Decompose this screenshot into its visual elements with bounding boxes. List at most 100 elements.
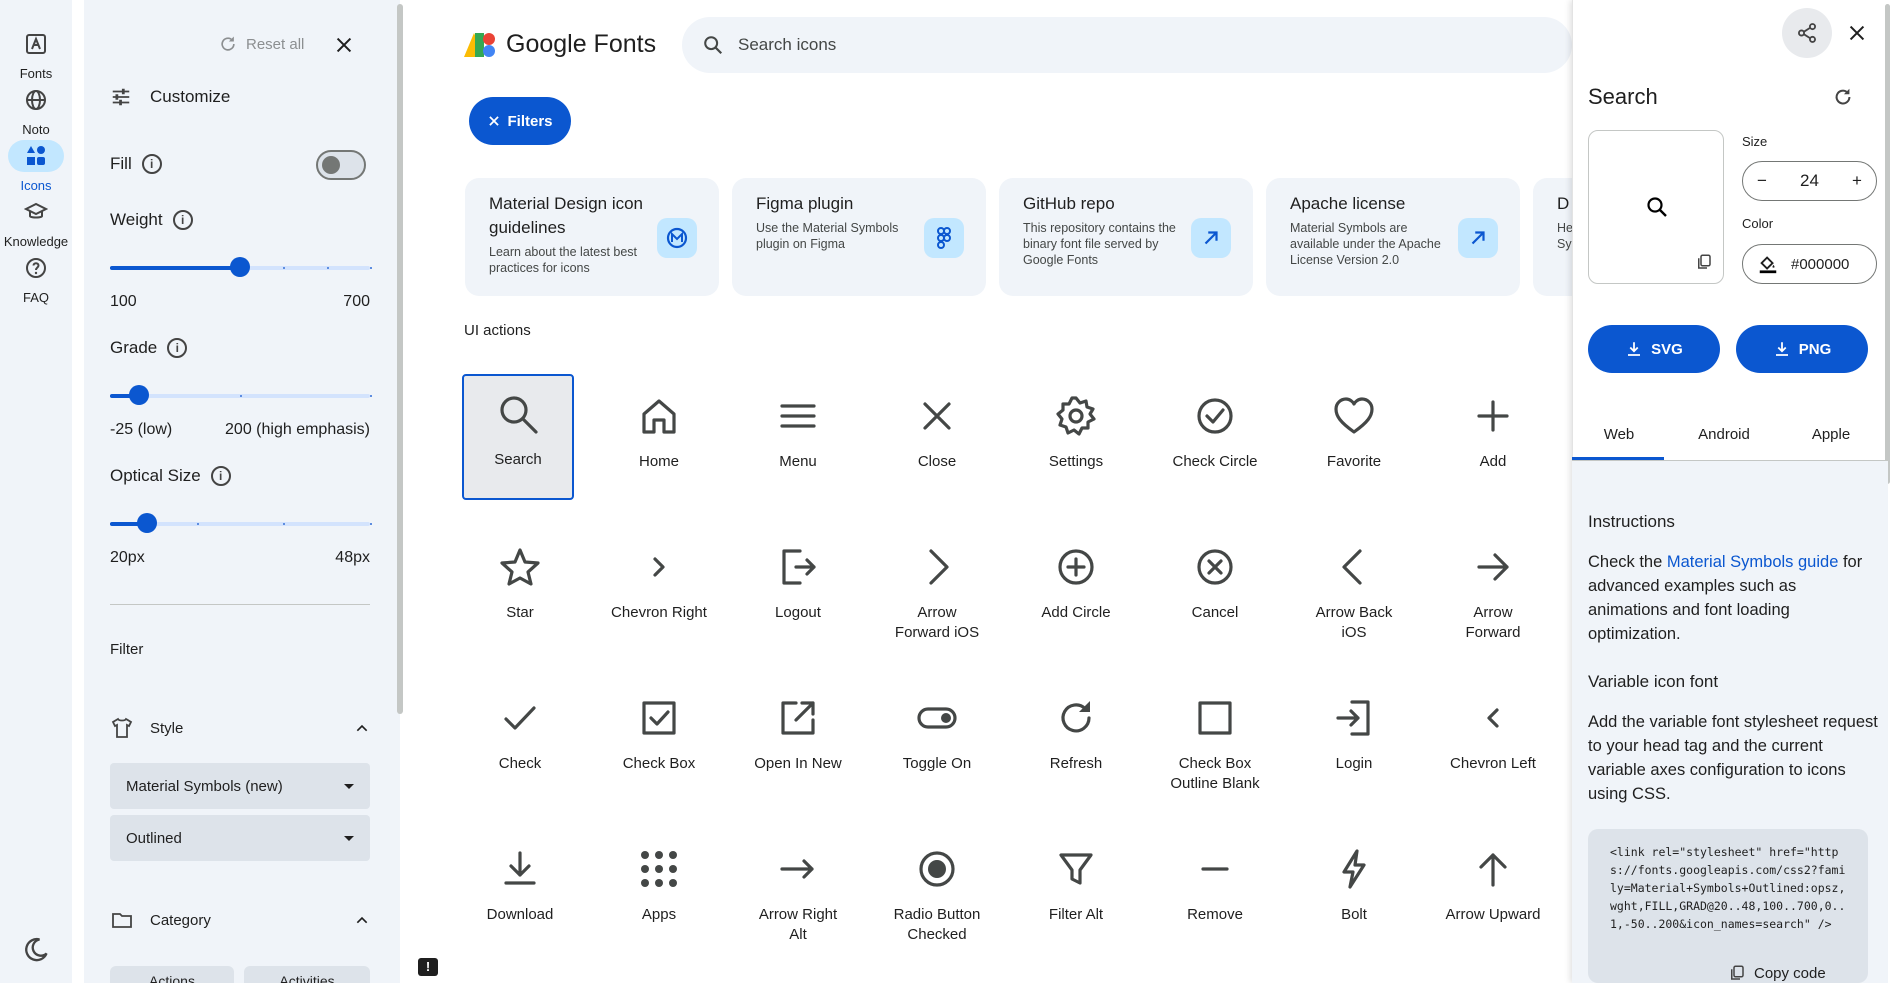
icon-cell-add-circle[interactable]: Add Circle [1020, 527, 1132, 623]
style-family-select[interactable]: Material Symbols (new) [110, 763, 370, 809]
fill-toggle[interactable] [316, 150, 366, 180]
rail-item-icons[interactable]: Icons [0, 140, 72, 193]
rail-item-icons-label: Icons [20, 178, 52, 193]
grade-slider[interactable] [110, 385, 372, 405]
card-figma[interactable]: Figma plugin Use the Material Symbols pl… [732, 178, 986, 296]
info-icon[interactable]: i [167, 338, 188, 358]
icon-cell-check[interactable]: Check [464, 678, 576, 774]
info-icon[interactable]: i [210, 466, 231, 486]
icon-cell-home[interactable]: Home [603, 376, 715, 472]
icon-cell-settings[interactable]: Settings [1020, 376, 1132, 472]
icon-cell-chevron-right[interactable]: Chevron Right [603, 527, 715, 623]
reset-all-button[interactable]: Reset all [218, 34, 304, 54]
toggle-on-icon [881, 694, 993, 742]
card-partial[interactable]: D He Sy [1533, 178, 1573, 296]
slider-thumb[interactable] [137, 513, 158, 533]
share-button[interactable] [1782, 8, 1832, 58]
icon-cell-remove[interactable]: Remove [1159, 829, 1271, 925]
card-title: GitHub repo [1023, 194, 1115, 213]
download-svg-label: SVG [1651, 340, 1683, 358]
icon-cell-cancel[interactable]: Cancel [1159, 527, 1271, 623]
dark-mode-icon[interactable] [22, 936, 50, 969]
color-field[interactable]: #000000 [1742, 244, 1877, 284]
close-panel-button[interactable] [1846, 22, 1868, 49]
google-fonts-logo[interactable]: Google Fonts [462, 30, 656, 59]
icon-cell-search[interactable]: Search [462, 374, 574, 500]
weight-slider[interactable] [110, 257, 372, 277]
rail-item-fonts[interactable]: Fonts [0, 28, 72, 81]
icon-cell-add[interactable]: Add [1437, 376, 1549, 472]
icon-cell-radio-button-checked[interactable]: Radio Button Checked [881, 829, 993, 945]
arrow-back-ios-icon [1298, 543, 1410, 591]
icon-cell-refresh[interactable]: Refresh [1020, 678, 1132, 774]
download-png-button[interactable]: PNG [1736, 325, 1868, 373]
filters-button[interactable]: Filters [469, 97, 571, 145]
icon-cell-favorite[interactable]: Favorite [1298, 376, 1410, 472]
style-variant-select[interactable]: Outlined [110, 815, 370, 861]
tab-android[interactable]: Android [1679, 426, 1769, 443]
icon-cell-logout[interactable]: Logout [742, 527, 854, 623]
icon-cell-check-circle[interactable]: Check Circle [1159, 376, 1271, 472]
slider-thumb[interactable] [128, 385, 149, 405]
card-github[interactable]: GitHub repo This repository contains the… [999, 178, 1253, 296]
copy-code-button[interactable]: Copy code [1728, 964, 1826, 982]
icon-cell-bolt[interactable]: Bolt [1298, 829, 1410, 925]
panel-scrollbar[interactable] [1885, 4, 1890, 484]
size-stepper[interactable]: − 24 + [1742, 161, 1877, 201]
tab-web[interactable]: Web [1574, 426, 1664, 443]
close-sidebar-button[interactable] [333, 34, 355, 61]
sidebar-scrollbar[interactable] [397, 4, 403, 714]
instructions-pre: Check the [1588, 553, 1667, 571]
category-section-header[interactable]: Category [110, 908, 370, 932]
download-svg-button[interactable]: SVG [1588, 325, 1720, 373]
icon-cell-check-box[interactable]: Check Box [603, 678, 715, 774]
icon-cell-login[interactable]: Login [1298, 678, 1410, 774]
icon-cell-toggle-on[interactable]: Toggle On [881, 678, 993, 774]
slider-tick [196, 523, 199, 525]
slider-tick [326, 267, 329, 269]
icon-cell-chevron-left[interactable]: Chevron Left [1437, 678, 1549, 774]
style-section-header[interactable]: Style [110, 716, 370, 740]
rail-item-noto[interactable]: Noto [0, 84, 72, 137]
rail-item-faq[interactable]: FAQ [0, 252, 72, 305]
card-desc: This repository contains the binary font… [1023, 221, 1176, 267]
tab-apple[interactable]: Apple [1786, 426, 1876, 443]
search-input[interactable]: Search icons [682, 17, 1572, 73]
icon-cell-arrow-upward[interactable]: Arrow Upward [1437, 829, 1549, 925]
feedback-icon[interactable]: ! [418, 958, 438, 976]
icon-cell-check-box-outline-blank[interactable]: Check Box Outline Blank [1159, 678, 1271, 794]
icon-cell-star[interactable]: Star [464, 527, 576, 623]
icon-cell-arrow-forward[interactable]: Arrow Forward [1437, 527, 1549, 643]
favorite-icon [1298, 392, 1410, 440]
increment-icon[interactable]: + [1852, 171, 1862, 191]
card-apache[interactable]: Apache license Material Symbols are avai… [1266, 178, 1520, 296]
download-icon [1775, 342, 1788, 356]
decrement-icon[interactable]: − [1757, 171, 1767, 191]
arrow-right-alt-icon [742, 845, 854, 893]
icon-cell-arrow-back-ios[interactable]: Arrow Back iOS [1298, 527, 1410, 643]
icon-cell-apps[interactable]: Apps [603, 829, 715, 925]
icon-cell-filter-alt[interactable]: Filter Alt [1020, 829, 1132, 925]
rail-item-knowledge[interactable]: Knowledge [0, 196, 72, 249]
info-icon[interactable]: i [141, 154, 162, 174]
icon-cell-download[interactable]: Download [464, 829, 576, 925]
icon-label: Login [1335, 755, 1373, 772]
icon-cell-menu[interactable]: Menu [742, 376, 854, 472]
reset-icon-settings-button[interactable] [1832, 86, 1854, 113]
icon-cell-arrow-forward-ios[interactable]: Arrow Forward iOS [881, 527, 993, 643]
optical-size-slider[interactable] [110, 513, 372, 533]
card-guidelines[interactable]: Material Design icon guidelines Learn ab… [465, 178, 719, 296]
category-chip-activities[interactable]: Activities [244, 966, 370, 983]
icon-cell-open-in-new[interactable]: Open In New [742, 678, 854, 774]
icon-label: Home [638, 453, 679, 470]
material-symbols-guide-link[interactable]: Material Symbols guide [1667, 553, 1839, 571]
category-chip-actions[interactable]: Actions [110, 966, 234, 983]
icon-cell-arrow-right-alt[interactable]: Arrow Right Alt [742, 829, 854, 945]
icon-cell-close[interactable]: Close [881, 376, 993, 472]
info-icon[interactable]: i [172, 210, 193, 230]
icon-label: Search [494, 451, 542, 468]
search-icon [1647, 197, 1667, 217]
icon-label: Close [917, 453, 957, 470]
copy-icon[interactable] [1695, 253, 1713, 271]
slider-thumb[interactable] [230, 257, 250, 277]
